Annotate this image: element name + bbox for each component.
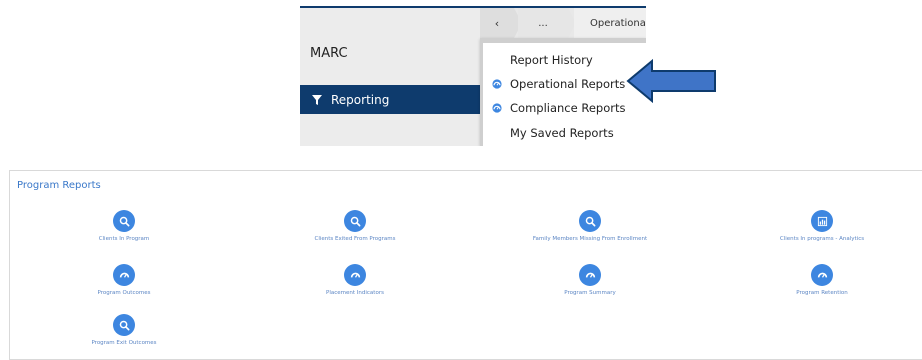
report-label: Program Exit Outcomes [91, 340, 157, 346]
report-tile-placement-indicators[interactable]: Placement Indicators [255, 264, 455, 296]
sidebar: MARC Reporting [300, 8, 480, 146]
search-icon [579, 210, 601, 232]
menu-item-operational-reports[interactable]: Operational Reports [483, 72, 646, 96]
menu-item-label: Report History [510, 53, 593, 67]
reporting-nav-screenshot: MARC Reporting ‹ ... Operational Reports… [300, 0, 646, 146]
report-label: Placement Indicators [326, 290, 384, 296]
dashboard-gauge-icon [492, 103, 502, 113]
sidebar-item-label: Reporting [331, 92, 390, 107]
report-label: Clients Exited From Programs [314, 236, 396, 242]
report-label: Clients In programs - Analytics [779, 236, 865, 242]
report-label: Program Summary [564, 290, 616, 296]
dashboard-gauge-icon [113, 264, 135, 286]
sidebar-item-reporting[interactable]: Reporting [300, 85, 480, 114]
report-label: Program Retention [796, 290, 848, 296]
report-label: Family Members Missing From Enrollment [532, 236, 648, 242]
menu-item-my-saved-reports[interactable]: My Saved Reports [483, 121, 646, 145]
dashboard-gauge-icon [344, 264, 366, 286]
search-icon [113, 210, 135, 232]
breadcrumb-ellipsis[interactable]: ... [518, 8, 568, 38]
breadcrumb: ‹ ... Operational Reports [480, 8, 646, 38]
panel-title: Program Reports [17, 180, 101, 191]
program-reports-panel: Program Reports Clients In Program Clien… [9, 170, 922, 360]
reporting-dropdown-menu: Report History Operational Reports Compl… [480, 38, 646, 146]
menu-item-label: Operational Reports [510, 77, 626, 91]
breadcrumb-back-button[interactable]: ‹ [480, 8, 514, 38]
annotation-arrow-icon [626, 58, 716, 104]
report-label: Clients In Program [98, 236, 150, 242]
organization-name: MARC [310, 46, 348, 61]
search-icon [113, 314, 135, 336]
report-tile-family-members-missing[interactable]: Family Members Missing From Enrollment [490, 210, 690, 242]
report-label: Program Outcomes [97, 290, 151, 296]
dashboard-gauge-icon [492, 79, 502, 89]
report-tile-program-summary[interactable]: Program Summary [490, 264, 690, 296]
report-tile-program-exit-outcomes[interactable]: Program Exit Outcomes [24, 314, 224, 346]
menu-item-compliance-reports[interactable]: Compliance Reports [483, 96, 646, 120]
report-tile-program-outcomes[interactable]: Program Outcomes [24, 264, 224, 296]
report-tile-program-retention[interactable]: Program Retention [722, 264, 922, 296]
bar-chart-icon [811, 210, 833, 232]
report-tile-clients-in-programs-analytics[interactable]: Clients In programs - Analytics [722, 210, 922, 242]
menu-item-label: My Saved Reports [510, 126, 614, 140]
report-tile-clients-in-program[interactable]: Clients In Program [24, 210, 224, 242]
filter-icon [312, 94, 322, 105]
dashboard-gauge-icon [579, 264, 601, 286]
menu-item-label: Compliance Reports [510, 101, 626, 115]
breadcrumb-current[interactable]: Operational Reports [574, 8, 646, 38]
menu-item-report-history[interactable]: Report History [483, 48, 646, 72]
report-tile-clients-exited-from-programs[interactable]: Clients Exited From Programs [255, 210, 455, 242]
search-icon [344, 210, 366, 232]
dashboard-gauge-icon [811, 264, 833, 286]
